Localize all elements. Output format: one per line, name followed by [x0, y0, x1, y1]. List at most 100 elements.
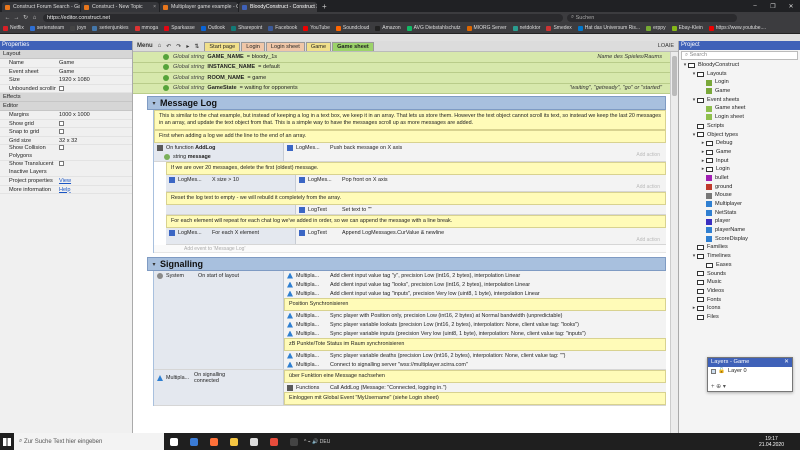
tree-item[interactable]: Scripts	[679, 122, 800, 131]
browser-tab[interactable]: Construct Forum Search - Game...×	[2, 2, 80, 12]
tree-item[interactable]: NetStats	[679, 209, 800, 218]
tree-item[interactable]: Game sheet	[679, 104, 800, 113]
taskbar-app[interactable]	[244, 433, 264, 450]
editor-tab[interactable]: Login sheet	[265, 41, 305, 51]
tree-item[interactable]: ▾ Event sheets	[679, 96, 800, 105]
action[interactable]: LogMes... Push back message on X axis	[284, 143, 666, 152]
tree-item[interactable]: ▾ BloodyConstruct	[679, 61, 800, 70]
comment[interactable]: Reset the log text to empty - we will re…	[166, 192, 666, 205]
bookmark[interactable]: Amazon	[375, 25, 401, 31]
tree-item[interactable]: Eases	[679, 261, 800, 270]
action[interactable]: LogMes... Pop front on X axis	[296, 175, 666, 184]
project-search-input[interactable]: ⌕ Search	[681, 51, 798, 60]
comment[interactable]: Position Synchronisieren	[284, 298, 666, 311]
property-value[interactable]: 1000 x 1000	[56, 111, 132, 119]
action[interactable]: Multipla... Sync player variable lookats …	[284, 320, 666, 329]
tree-item[interactable]: Videos	[679, 287, 800, 296]
property-value[interactable]: Game	[56, 68, 132, 76]
browser-search-field[interactable]: ⌕ Suchen	[567, 13, 737, 22]
action[interactable]: LogText Set text to ""	[296, 205, 666, 214]
event-reset-text[interactable]: LogText Set text to ""	[166, 205, 666, 215]
tree-item[interactable]: Sounds	[679, 270, 800, 279]
comment[interactable]: For each element will repeat for each ch…	[166, 215, 666, 228]
group-header[interactable]: ▾ Message Log	[147, 96, 666, 110]
tree-item[interactable]: Files	[679, 313, 800, 322]
property-value[interactable]	[56, 120, 132, 128]
taskbar-app[interactable]	[164, 433, 184, 450]
property-value[interactable]: View	[56, 177, 132, 185]
tree-item[interactable]: Login	[679, 78, 800, 87]
user-name[interactable]: LOAIE	[658, 43, 674, 49]
bookmark[interactable]: MIORG Server	[466, 25, 507, 31]
property-value[interactable]: 1920 x 1080	[56, 76, 132, 84]
property-value[interactable]	[56, 128, 132, 136]
layer-row[interactable]: 🔓 Layer 0	[708, 367, 792, 376]
bookmark[interactable]: netdoktor	[512, 25, 540, 31]
event-sheet-scrollbar[interactable]	[670, 52, 678, 433]
event-start-of-layout[interactable]: System On start of layout Multipla... Add …	[154, 271, 666, 370]
condition[interactable]: Multipla... On signalling connected	[154, 370, 283, 386]
tree-item[interactable]: bullet	[679, 174, 800, 183]
taskbar-app[interactable]	[264, 433, 284, 450]
undo-icon[interactable]: ↶	[166, 43, 171, 50]
action[interactable]: Multipla... Add client input value tag "l…	[284, 280, 666, 289]
tree-item[interactable]: Mouse	[679, 191, 800, 200]
layer-visible-checkbox[interactable]	[711, 369, 716, 374]
editor-tab[interactable]: Login	[241, 41, 265, 51]
action[interactable]: Multipla... Connect to signalling server …	[284, 360, 666, 369]
clock[interactable]: 19:17 21.04.2020	[759, 436, 800, 448]
taskbar-search[interactable]: ⌕ Zur Suche Text hier eingeben	[14, 433, 164, 450]
bookmark[interactable]: Hat das Universum Ris...	[577, 25, 640, 31]
condition[interactable]: LogMes... X size > 10	[166, 175, 295, 184]
tree-item[interactable]: ▾ Object types	[679, 131, 800, 140]
tree-item[interactable]: ▾ Layouts	[679, 70, 800, 79]
bookmark[interactable]: Outlook	[200, 25, 225, 31]
tree-item[interactable]: Families	[679, 243, 800, 252]
tree-item[interactable]: ▸ Input	[679, 157, 800, 166]
parameter[interactable]: string message	[154, 152, 283, 161]
property-section[interactable]: Editor	[0, 102, 132, 111]
bookmark[interactable]: AVG Diebstahlschutz	[406, 25, 461, 31]
tree-item[interactable]: ground	[679, 183, 800, 192]
new-tab-button[interactable]: +	[318, 2, 331, 12]
lock-icon[interactable]: 🔓	[718, 367, 725, 376]
action[interactable]: LogText Append LogMessages.CurValue & new…	[296, 228, 666, 237]
global-variable[interactable]: Global string GAME_NAME = bloody_1s Name de…	[133, 52, 670, 63]
forward-icon[interactable]: →	[12, 15, 21, 21]
minimize-button[interactable]: –	[746, 3, 764, 9]
bookmark[interactable]: Sharepoint	[231, 25, 262, 31]
close-tab-icon[interactable]: ×	[153, 4, 156, 10]
collapse-icon[interactable]: ▾	[148, 100, 160, 107]
event-size-check[interactable]: LogMes... X size > 10 LogMes... Pop front …	[166, 175, 666, 192]
browser-tab[interactable]: Multiplayer game example - C...×	[160, 2, 238, 12]
bookmark[interactable]: Facebook	[268, 25, 297, 31]
system-tray[interactable]: ^ ⌁ 🔊 DEU	[304, 439, 330, 445]
browser-tab[interactable]: BloodyConstruct - Construct 3×	[239, 2, 317, 12]
action[interactable]: Multipla... Sync player variable deaths (…	[284, 351, 666, 360]
global-variable[interactable]: Global string INSTANCE_NAME = default	[133, 62, 670, 73]
condition[interactable]: LogMes... For each X element	[166, 228, 295, 237]
action[interactable]: Functions Call AddLog (Message: "Connecte…	[284, 383, 666, 392]
property-value[interactable]	[56, 161, 132, 176]
close-icon[interactable]: ✕	[784, 358, 789, 367]
bookmark[interactable]: YouTube	[303, 25, 330, 31]
sync-icon[interactable]: ⇅	[194, 43, 199, 50]
bookmark[interactable]: Ebay-Klein	[671, 25, 703, 31]
property-value[interactable]: Help	[56, 186, 132, 194]
tree-item[interactable]: ▸ Login	[679, 165, 800, 174]
tree-item[interactable]: player	[679, 217, 800, 226]
taskbar-app[interactable]	[204, 433, 224, 450]
property-checkbox[interactable]	[59, 85, 64, 91]
comment[interactable]: über Funktion eine Message nachsehen	[284, 370, 666, 383]
comment[interactable]: zB Punkte/Tote Status im Raum synchronis…	[284, 338, 666, 351]
tree-item[interactable]: ▸ Game	[679, 148, 800, 157]
global-variable[interactable]: Global string ROOM_NAME = game	[133, 73, 670, 84]
home-icon[interactable]: ⌂	[30, 15, 39, 21]
bookmark[interactable]: https://www.youtube....	[708, 25, 766, 31]
tree-item[interactable]: Multiplayer	[679, 200, 800, 209]
add-action[interactable]: Add action	[284, 152, 666, 159]
bookmark[interactable]: Smedex	[546, 25, 572, 31]
property-link[interactable]: Help	[59, 187, 71, 193]
property-value[interactable]	[56, 145, 132, 160]
preview-icon[interactable]: ▸	[186, 43, 189, 50]
